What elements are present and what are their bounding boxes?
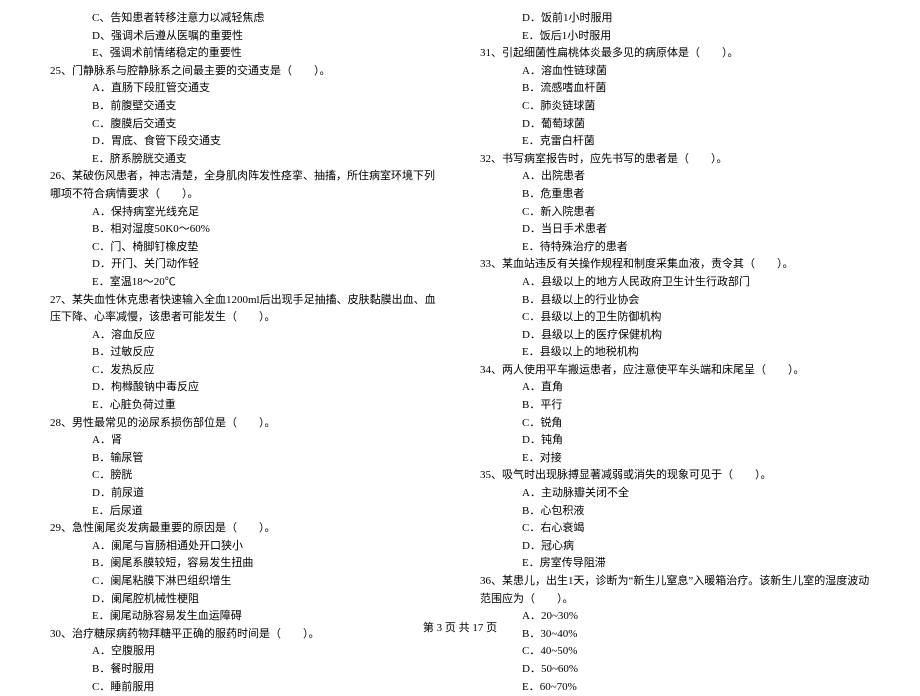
option-line: C．门、椅脚钉橡皮垫 [50, 239, 440, 257]
option-line: B．平行 [480, 397, 870, 415]
option-line: B．阑尾系膜较短，容易发生扭曲 [50, 555, 440, 573]
option-line: D．胃底、食管下段交通支 [50, 133, 440, 151]
option-line: A．主动脉瓣关闭不全 [480, 485, 870, 503]
question-stem: 29、急性阑尾炎发病最重要的原因是（ ）。 [50, 520, 440, 538]
question-stem: 27、某失血性休克患者快速输入全血1200ml后出现手足抽搐、皮肤黏膜出血、血压… [50, 292, 440, 327]
option-line: C．发热反应 [50, 362, 440, 380]
option-line: B．前腹壁交通支 [50, 98, 440, 116]
question-stem: 31、引起细菌性扁桃体炎最多见的病原体是（ ）。 [480, 45, 870, 63]
question-stem: 35、吸气时出现脉搏显著减弱或消失的现象可见于（ ）。 [480, 467, 870, 485]
question-stem: 32、书写病室报告时，应先书写的患者是（ ）。 [480, 151, 870, 169]
option-line: D．前尿道 [50, 485, 440, 503]
option-line: D．葡萄球菌 [480, 116, 870, 134]
option-line: E．饭后1小时服用 [480, 28, 870, 46]
option-line: C．县级以上的卫生防御机构 [480, 309, 870, 327]
option-line: A．县级以上的地方人民政府卫生计生行政部门 [480, 274, 870, 292]
option-line: E．克雷白杆菌 [480, 133, 870, 151]
option-line: B．危重患者 [480, 186, 870, 204]
option-line: D．冠心病 [480, 538, 870, 556]
question-stem: 34、两人使用平车搬运患者，应注意使平车头端和床尾呈（ ）。 [480, 362, 870, 380]
option-line: C．新入院患者 [480, 204, 870, 222]
option-line: B．心包积液 [480, 503, 870, 521]
option-line: C．40~50% [480, 643, 870, 661]
option-line: C．阑尾粘膜下淋巴组织增生 [50, 573, 440, 591]
option-line: A．出院患者 [480, 168, 870, 186]
option-line: D．枸橼酸钠中毒反应 [50, 379, 440, 397]
option-line: D、强调术后遵从医嘱的重要性 [50, 28, 440, 46]
option-line: C．膀胱 [50, 467, 440, 485]
option-line: C．肺炎链球菌 [480, 98, 870, 116]
option-line: A．直肠下段肛管交通支 [50, 80, 440, 98]
left-column: C、告知患者转移注意力以减轻焦虑D、强调术后遵从医嘱的重要性E、强调术前情绪稳定… [50, 10, 440, 696]
option-line: D．阑尾腔机械性梗阻 [50, 591, 440, 609]
page-footer: 第 3 页 共 17 页 [0, 620, 920, 638]
question-stem: 26、某破伤风患者，神志清楚，全身肌肉阵发性痉挛、抽搐，所住病室环境下列哪项不符… [50, 168, 440, 203]
option-line: D．饭前1小时服用 [480, 10, 870, 28]
option-line: A．肾 [50, 432, 440, 450]
option-line: E．对接 [480, 450, 870, 468]
option-line: A．溶血反应 [50, 327, 440, 345]
option-line: D．50~60% [480, 661, 870, 679]
option-line: D．开门、关门动作轻 [50, 256, 440, 274]
option-line: E．室温18～20℃ [50, 274, 440, 292]
option-line: E．房室传导阻滞 [480, 555, 870, 573]
option-line: C、告知患者转移注意力以减轻焦虑 [50, 10, 440, 28]
option-line: E．脐系膀胱交通支 [50, 151, 440, 169]
option-line: A．直角 [480, 379, 870, 397]
option-line: D．县级以上的医疗保健机构 [480, 327, 870, 345]
option-line: A．溶血性链球菌 [480, 63, 870, 81]
question-stem: 28、男性最常见的泌尿系损伤部位是（ ）。 [50, 415, 440, 433]
option-line: C．锐角 [480, 415, 870, 433]
option-line: B．餐时服用 [50, 661, 440, 679]
option-line: C．腹膜后交通支 [50, 116, 440, 134]
question-stem: 25、门静脉系与腔静脉系之间最主要的交通支是（ ）。 [50, 63, 440, 81]
option-line: E．县级以上的地税机构 [480, 344, 870, 362]
question-stem: 36、某患儿，出生1天，诊断为“新生儿窒息”入暖箱治疗。该新生儿室的湿度波动范围… [480, 573, 870, 608]
option-line: B．相对湿度50K0～60% [50, 221, 440, 239]
option-line: E．待特殊治疗的患者 [480, 239, 870, 257]
option-line: B．县级以上的行业协会 [480, 292, 870, 310]
option-line: C．右心衰竭 [480, 520, 870, 538]
option-line: E、强调术前情绪稳定的重要性 [50, 45, 440, 63]
option-line: B．过敏反应 [50, 344, 440, 362]
option-line: A．保持病室光线充足 [50, 204, 440, 222]
option-line: A．阑尾与盲肠相通处开口狭小 [50, 538, 440, 556]
right-column: D．饭前1小时服用E．饭后1小时服用31、引起细菌性扁桃体炎最多见的病原体是（ … [480, 10, 870, 696]
option-line: E．60~70% [480, 679, 870, 696]
option-line: C．睡前服用 [50, 679, 440, 696]
option-line: A．空腹服用 [50, 643, 440, 661]
option-line: B．输尿管 [50, 450, 440, 468]
question-stem: 33、某血站违反有关操作规程和制度采集血液，责令其（ ）。 [480, 256, 870, 274]
option-line: E．心脏负荷过重 [50, 397, 440, 415]
option-line: D．当日手术患者 [480, 221, 870, 239]
option-line: E．后尿道 [50, 503, 440, 521]
option-line: B．流感嗜血杆菌 [480, 80, 870, 98]
option-line: D．钝角 [480, 432, 870, 450]
